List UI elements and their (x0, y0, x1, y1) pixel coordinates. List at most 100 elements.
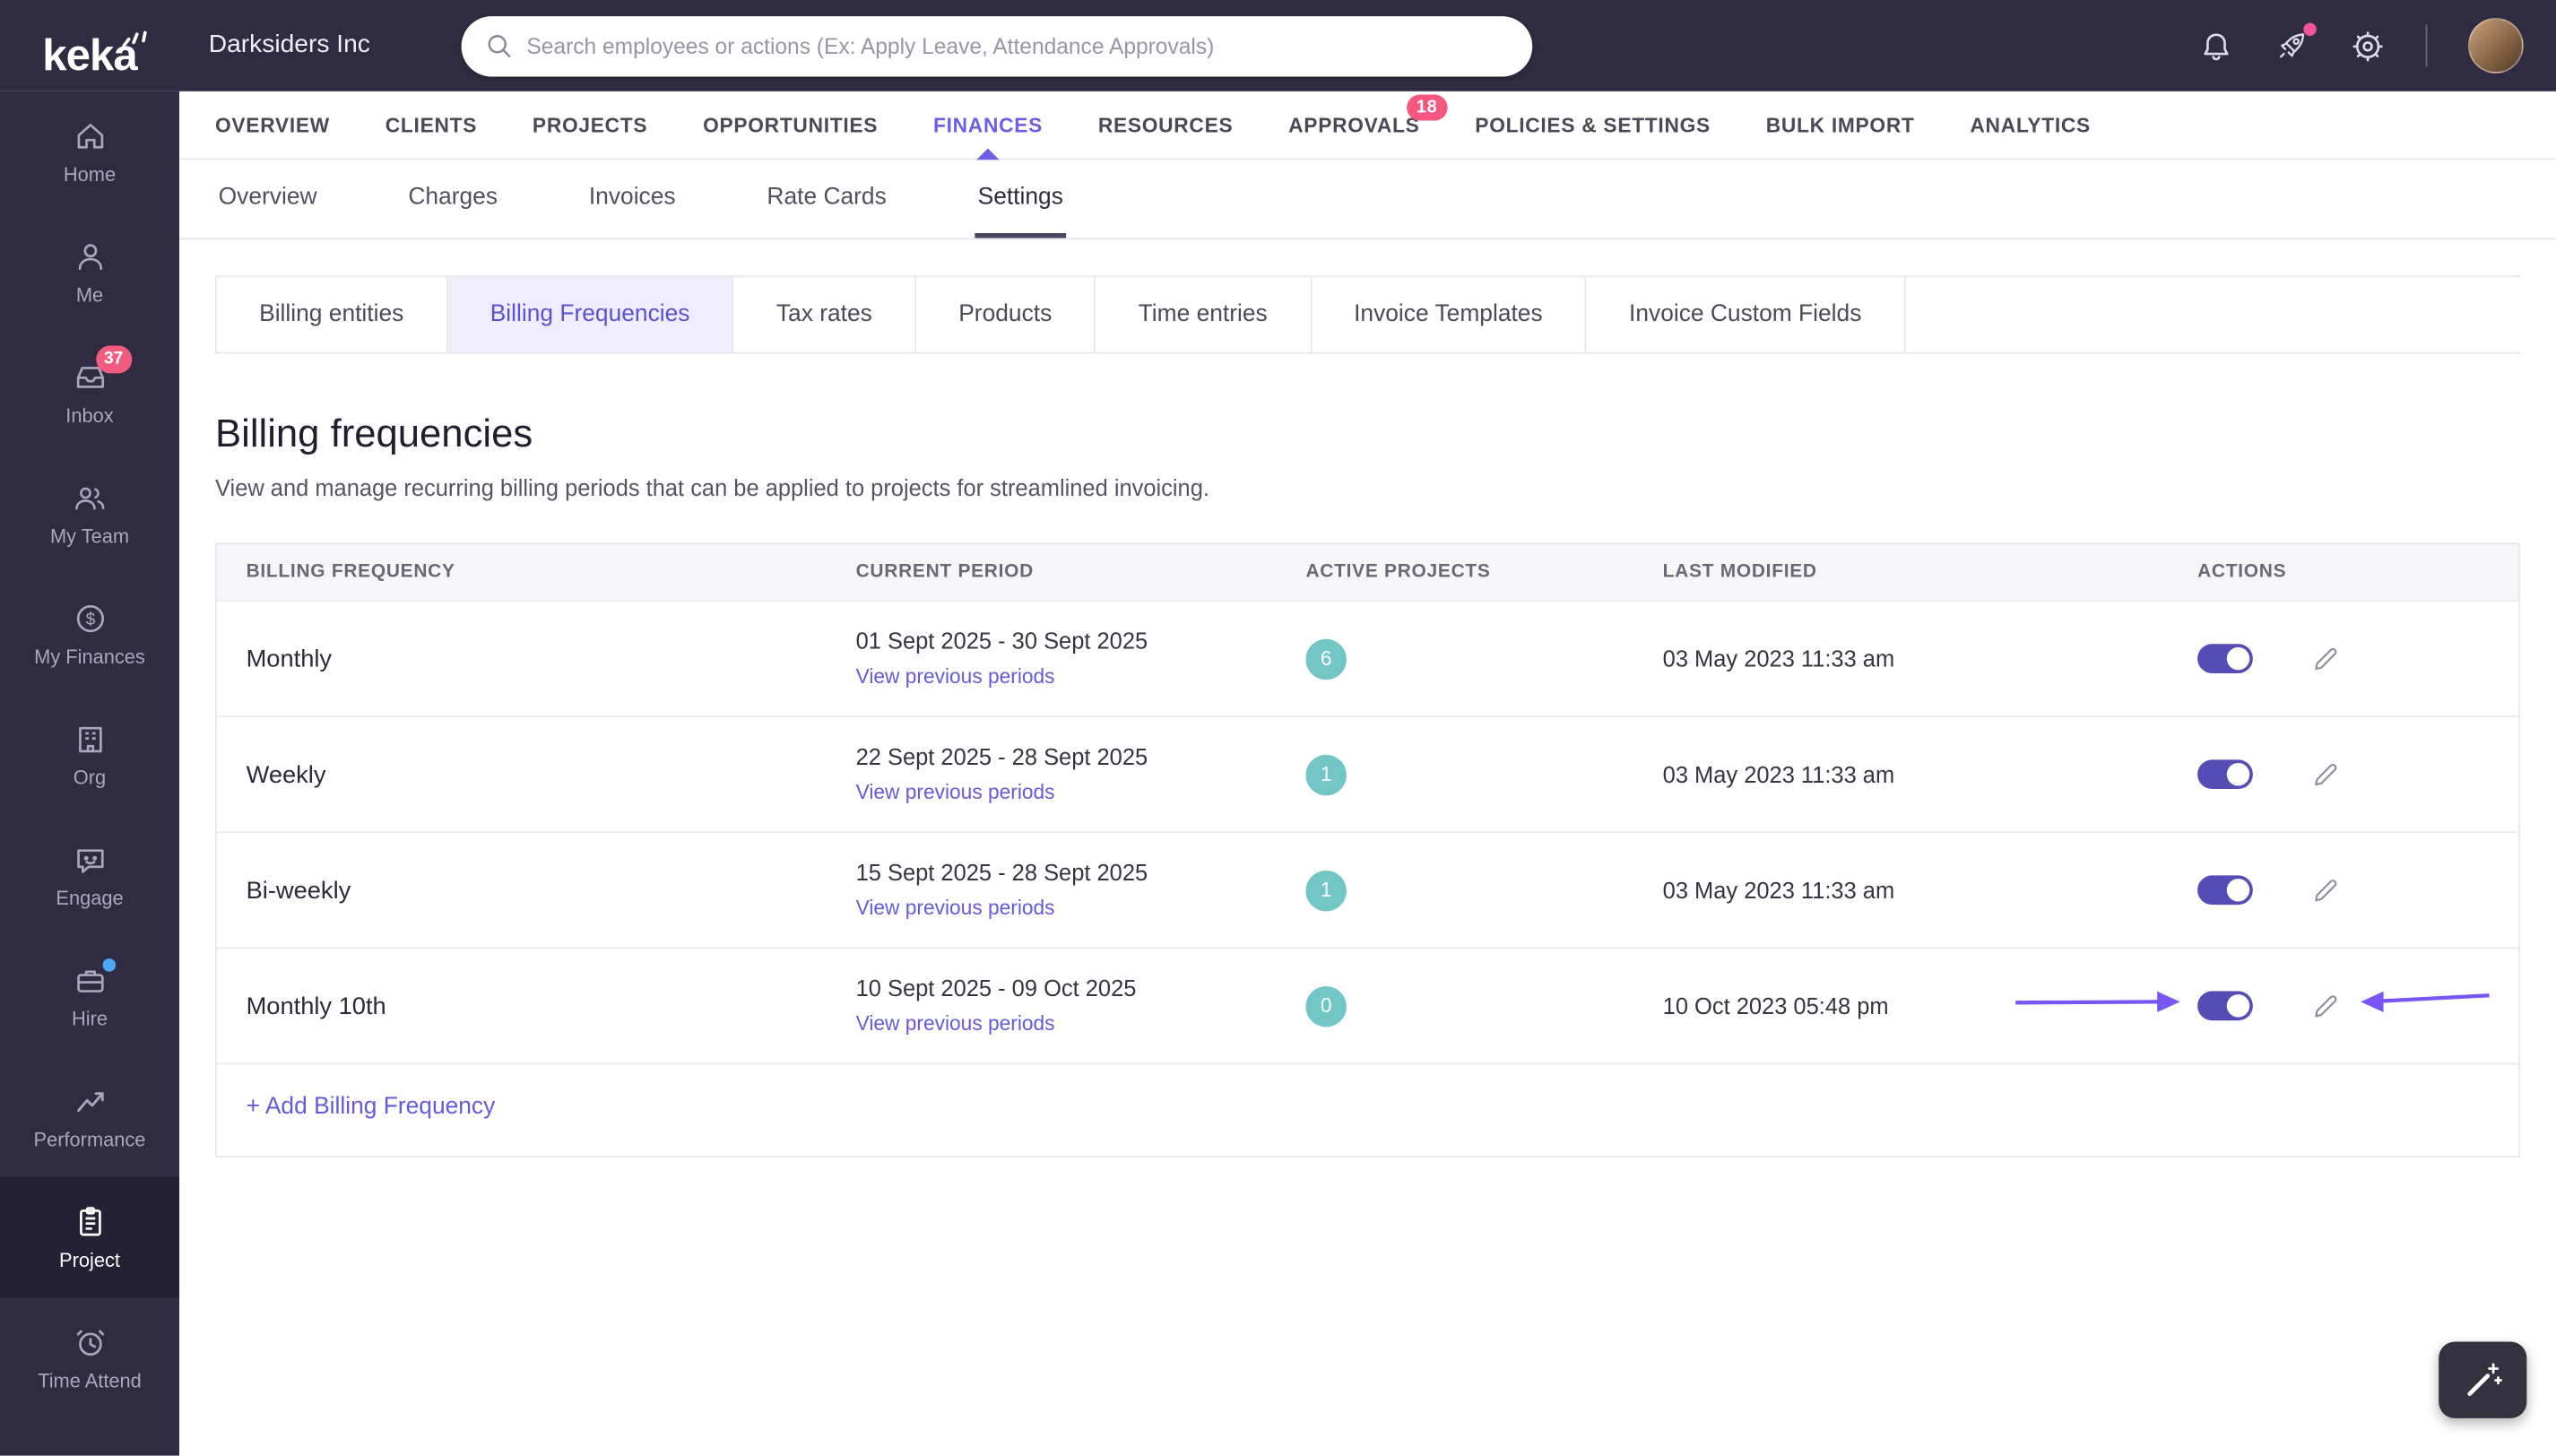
status-toggle[interactable] (2197, 644, 2253, 673)
finances-sub-nav: Overview Charges Invoices Rate Cards Set… (179, 160, 2556, 240)
tab-invoice-templates[interactable]: Invoice Templates (1312, 277, 1587, 352)
tab-billing-entities[interactable]: Billing entities (215, 277, 448, 352)
add-billing-frequency-link[interactable]: + Add Billing Frequency (247, 1094, 496, 1120)
search-icon (488, 35, 511, 57)
sidebar-item-my-team[interactable]: My Team (0, 453, 179, 574)
edit-icon[interactable] (2311, 644, 2341, 673)
view-previous-periods-link[interactable]: View previous periods (856, 780, 1055, 802)
tab-bulk-import[interactable]: BULK IMPORT (1766, 113, 1915, 135)
toggle-knob (2226, 646, 2250, 671)
billing-frequency-cell: Monthly 10th (246, 992, 386, 1020)
last-modified-cell: 03 May 2023 11:33 am (1662, 646, 1895, 672)
billing-frequency-cell: Monthly (246, 645, 333, 673)
time-attend-icon (73, 1325, 107, 1359)
avatar[interactable] (2467, 18, 2524, 74)
active-projects-cell: 6 (1277, 637, 1633, 680)
tab-approvals[interactable]: APPROVALS 18 (1288, 93, 1448, 136)
module-nav: OVERVIEW CLIENTS PROJECTS OPPORTUNITIES … (179, 91, 2556, 160)
toggle-knob (2226, 762, 2250, 786)
billing-frequencies-table: BILLING FREQUENCY CURRENT PERIOD ACTIVE … (215, 542, 2521, 1157)
sidebar-item-label: Hire (71, 1007, 108, 1031)
view-previous-periods-link[interactable]: View previous periods (856, 664, 1055, 687)
global-search[interactable] (461, 15, 1533, 76)
view-previous-periods-link[interactable]: View previous periods (856, 1011, 1055, 1034)
tab-approvals-label: APPROVALS (1288, 113, 1420, 136)
sidebar-item-time-attend[interactable]: Time Attend (0, 1297, 179, 1418)
sidebar-item-label: Org (73, 766, 107, 790)
billing-frequency-cell: Bi-weekly (246, 876, 351, 905)
tab-resources[interactable]: RESOURCES (1098, 113, 1234, 135)
sidebar-item-home[interactable]: Home (0, 91, 179, 212)
col-current-period: CURRENT PERIOD (855, 562, 1035, 583)
keka-logo[interactable]: keka (0, 13, 179, 77)
project-icon (73, 1205, 107, 1239)
status-toggle[interactable] (2197, 759, 2253, 790)
period-range: 22 Sept 2025 - 28 Sept 2025 (855, 742, 1148, 769)
subtab-invoices[interactable]: Invoices (585, 160, 679, 238)
period-range: 10 Sept 2025 - 09 Oct 2025 (855, 974, 1137, 1001)
header-actions (2199, 18, 2524, 74)
sidebar-item-inbox[interactable]: 37 Inbox (0, 333, 179, 454)
sidebar-item-project[interactable]: Project (0, 1176, 180, 1298)
last-modified-cell: 03 May 2023 11:33 am (1662, 761, 1895, 788)
me-icon (73, 239, 107, 273)
sidebar-item-label: Performance (33, 1128, 146, 1151)
active-projects-cell: 0 (1277, 985, 1633, 1027)
sidebar-item-hire[interactable]: Hire (0, 936, 179, 1057)
sidebar-item-engage[interactable]: Engage (0, 815, 179, 936)
sidebar-item-label: Home (63, 162, 117, 186)
sidebar-item-label: My Finances (34, 646, 145, 669)
status-toggle[interactable] (2197, 875, 2253, 906)
approvals-badge: 18 (1406, 93, 1448, 120)
last-modified-cell: 03 May 2023 11:33 am (1662, 877, 1895, 904)
tab-tax-rates[interactable]: Tax rates (734, 277, 916, 352)
tab-overview[interactable]: OVERVIEW (215, 113, 330, 135)
actions-cell (2168, 759, 2518, 790)
gear-icon[interactable] (2351, 29, 2385, 63)
engage-icon (73, 843, 107, 877)
table-row: Monthly 01 Sept 2025 - 30 Sept 2025 View… (216, 600, 2519, 715)
tab-time-entries[interactable]: Time entries (1096, 277, 1312, 352)
view-previous-periods-link[interactable]: View previous periods (856, 896, 1055, 918)
subtab-charges[interactable]: Charges (405, 160, 501, 238)
ai-assistant-button[interactable] (2439, 1341, 2527, 1418)
edit-icon[interactable] (2311, 992, 2341, 1021)
settings-tabstrip: Billing entities Billing Frequencies Tax… (215, 275, 2521, 354)
table-row: Bi-weekly 15 Sept 2025 - 28 Sept 2025 Vi… (216, 831, 2519, 947)
sidebar-item-org[interactable]: Org (0, 695, 179, 816)
rocket-notification-dot (2303, 22, 2317, 37)
sidebar-item-my-finances[interactable]: $ My Finances (0, 574, 179, 695)
sidebar-item-performance[interactable]: Performance (0, 1056, 179, 1177)
active-projects-count: 0 (1305, 985, 1347, 1027)
tab-opportunities[interactable]: OPPORTUNITIES (703, 113, 878, 135)
tab-projects[interactable]: PROJECTS (533, 113, 647, 135)
edit-icon[interactable] (2311, 759, 2341, 789)
tab-billing-frequencies[interactable]: Billing Frequencies (447, 277, 734, 352)
tab-products[interactable]: Products (916, 277, 1096, 352)
tab-policies-settings[interactable]: POLICIES & SETTINGS (1475, 113, 1711, 135)
sidebar-item-me[interactable]: Me (0, 212, 179, 333)
current-period-cell: 10 Sept 2025 - 09 Oct 2025 View previous… (827, 974, 1277, 1037)
bell-icon[interactable] (2199, 29, 2233, 63)
status-toggle[interactable] (2197, 991, 2253, 1021)
subtab-rate-cards[interactable]: Rate Cards (764, 160, 890, 238)
subtab-settings[interactable]: Settings (974, 160, 1067, 238)
org-icon (73, 723, 107, 757)
top-header: keka Darksiders Inc (0, 0, 2556, 91)
tab-analytics[interactable]: ANALYTICS (1970, 113, 2091, 135)
tab-clients[interactable]: CLIENTS (386, 113, 477, 135)
current-period-cell: 22 Sept 2025 - 28 Sept 2025 View previou… (827, 742, 1277, 806)
search-input[interactable] (526, 33, 1510, 58)
page-description: View and manage recurring billing period… (215, 474, 1209, 501)
subtab-overview[interactable]: Overview (215, 160, 320, 238)
actions-cell (2168, 991, 2518, 1021)
app-window: keka Darksiders Inc Search employees or … (0, 0, 2556, 1456)
hire-icon (73, 958, 116, 998)
performance-icon (73, 1084, 107, 1118)
toggle-knob (2226, 879, 2250, 902)
rocket-icon[interactable] (2274, 22, 2317, 64)
tab-invoice-custom-fields[interactable]: Invoice Custom Fields (1587, 277, 1906, 352)
edit-icon[interactable] (2311, 875, 2341, 905)
billing-frequency-cell: Weekly (246, 760, 326, 789)
tab-finances[interactable]: FINANCES (933, 113, 1043, 160)
